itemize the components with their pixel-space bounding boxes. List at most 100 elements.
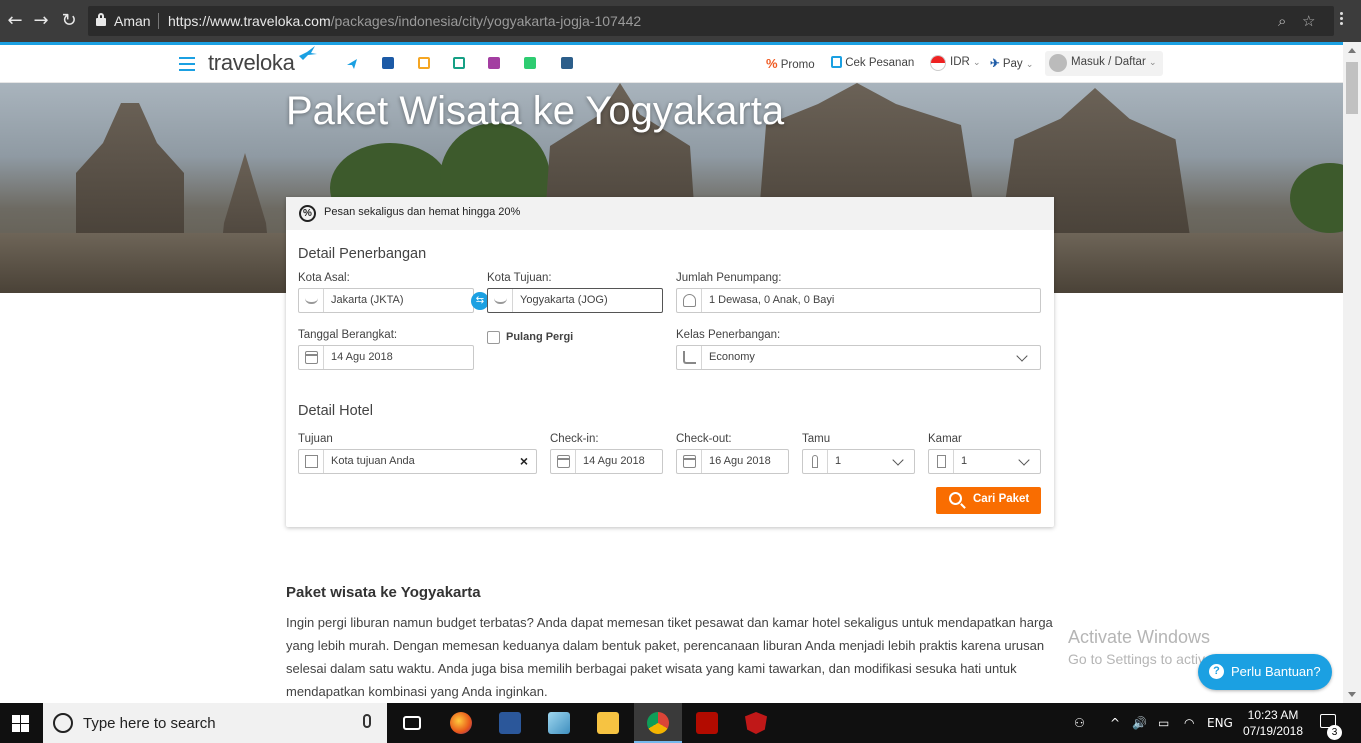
pay-dropdown[interactable]: ✈ Pay ⌄ [990, 56, 1033, 70]
depart-date-label: Tanggal Berangkat: [298, 329, 398, 341]
word-icon[interactable] [486, 703, 534, 743]
star-icon[interactable]: ☆ [1302, 12, 1315, 30]
destination-label: Kota Tujuan: [487, 272, 552, 284]
plane-landing-icon [488, 289, 513, 312]
browser-toolbar: ← → ↻ Aman https://www.traveloka.com/pac… [0, 0, 1361, 42]
checkin-field[interactable]: 14 Agu 2018 [550, 449, 663, 474]
scroll-down-icon[interactable] [1348, 692, 1356, 697]
search-icon [949, 492, 962, 505]
bus-icon[interactable] [453, 57, 465, 69]
cek-pesanan-link[interactable]: Cek Pesanan [831, 56, 914, 69]
people-icon[interactable]: ⚇ [1074, 716, 1085, 730]
acrobat-icon[interactable] [683, 703, 731, 743]
percent-icon: % [766, 56, 778, 71]
rooms-label: Kamar [928, 433, 962, 445]
windows-start-icon[interactable] [12, 715, 29, 732]
microphone-icon[interactable] [363, 714, 371, 728]
package-search-card: % Pesan sekaligus dan hemat hingga 20% D… [286, 197, 1054, 527]
promo-text: Pesan sekaligus dan hemat hingga 20% [324, 206, 521, 218]
hotel-building-icon [299, 450, 324, 473]
chrome-icon[interactable] [634, 703, 682, 743]
search-package-button[interactable]: Cari Paket [936, 487, 1041, 514]
firefox-icon[interactable] [437, 703, 485, 743]
language-indicator[interactable]: ENG [1207, 716, 1233, 730]
file-explorer-icon[interactable] [584, 703, 632, 743]
flight-icon[interactable] [346, 57, 358, 69]
page-title: Paket Wisata ke Yogyakarta [286, 89, 785, 133]
wifi-icon[interactable]: ◠ [1184, 716, 1194, 730]
url-text[interactable]: https://www.traveloka.com/packages/indon… [168, 13, 641, 29]
checkout-field[interactable]: 16 Agu 2018 [676, 449, 789, 474]
scroll-up-icon[interactable] [1348, 48, 1356, 53]
section-heading: Paket wisata ke Yogyakarta [286, 584, 481, 601]
discount-icon: % [299, 205, 316, 222]
hotel-section-title: Detail Hotel [298, 403, 373, 419]
taskbar-search-box[interactable]: Type here to search [43, 703, 387, 743]
task-view-icon[interactable] [388, 703, 436, 743]
roundtrip-checkbox[interactable] [487, 331, 500, 344]
indonesia-flag-icon [930, 55, 946, 71]
destination-field[interactable]: Yogyakarta (JOG) [487, 288, 663, 313]
passengers-field[interactable]: 1 Dewasa, 0 Anak, 0 Bayi [676, 288, 1041, 313]
clock-date: 07/19/2018 [1242, 724, 1304, 738]
seat-icon [677, 346, 702, 369]
currency-dropdown[interactable]: IDR ⌄ [950, 56, 981, 68]
address-bar[interactable]: Aman https://www.traveloka.com/packages/… [88, 6, 1334, 36]
door-icon [929, 450, 954, 473]
person-icon [803, 450, 828, 473]
question-icon: ? [1209, 664, 1224, 679]
bird-logo-icon [299, 46, 317, 60]
login-label[interactable]: Masuk / Daftar ⌄ [1071, 56, 1157, 68]
divider [158, 13, 159, 29]
site-header: traveloka % Promo Cek Pesanan IDR ⌄ ✈ Pa… [0, 45, 1343, 83]
reload-icon[interactable]: ↻ [58, 10, 80, 32]
traveloka-logo[interactable]: traveloka [208, 50, 295, 76]
hotel-destination-input[interactable]: Kota tujuan Anda × [298, 449, 537, 474]
chevron-down-icon [1016, 350, 1028, 362]
windows-taskbar: Type here to search ⚇ ^ 🔊 ▭ ◠ ENG 10:23 … [0, 703, 1361, 743]
mcafee-icon[interactable] [732, 703, 780, 743]
depart-date-field[interactable]: 14 Agu 2018 [298, 345, 474, 370]
tree-image [1290, 163, 1343, 233]
description-paragraph: Ingin pergi liburan namun budget terbata… [286, 615, 1053, 699]
roundtrip-label[interactable]: Pulang Pergi [506, 331, 573, 343]
secure-label: Aman [114, 13, 151, 29]
order-icon [831, 56, 842, 68]
menu-icon[interactable] [1340, 12, 1344, 27]
notification-count-badge: 3 [1327, 725, 1342, 740]
people-icon [677, 289, 702, 312]
url-host: https://www.traveloka.com [168, 13, 331, 29]
guests-select[interactable]: 1 [802, 449, 915, 474]
rooms-select[interactable]: 1 [928, 449, 1041, 474]
clear-icon[interactable]: × [520, 453, 528, 469]
show-hidden-icons-icon[interactable]: ^ [1110, 716, 1120, 730]
calendar-icon [677, 450, 702, 473]
promo-link[interactable]: % Promo [766, 56, 815, 71]
notepad-icon[interactable] [535, 703, 583, 743]
guests-label: Tamu [802, 433, 831, 445]
volume-icon[interactable]: 🔊 [1132, 716, 1147, 730]
class-label: Kelas Penerbangan: [676, 329, 781, 341]
battery-icon[interactable]: ▭ [1158, 716, 1169, 730]
chevron-down-icon [892, 454, 904, 466]
activities-icon[interactable] [488, 57, 500, 69]
zoom-icon[interactable]: ⌕ [1278, 12, 1286, 30]
calendar-icon [299, 346, 324, 369]
scroll-thumb[interactable] [1346, 62, 1358, 114]
insurance-icon[interactable] [561, 57, 573, 69]
connectivity-icon[interactable] [524, 57, 536, 69]
train-icon[interactable] [418, 57, 430, 69]
origin-field[interactable]: Jakarta (JKTA) [298, 288, 474, 313]
forward-icon[interactable]: → [30, 10, 52, 32]
system-clock[interactable]: 10:23 AM 07/19/2018 [1238, 707, 1308, 739]
help-chat-button[interactable]: ? Perlu Bantuan? [1198, 654, 1332, 690]
page-scrollbar[interactable] [1343, 42, 1361, 703]
class-select[interactable]: Economy [676, 345, 1041, 370]
back-icon[interactable]: ← [4, 10, 26, 32]
chevron-down-icon [1018, 454, 1030, 466]
hamburger-menu-icon[interactable] [179, 57, 195, 75]
lock-icon [96, 13, 106, 26]
hotel-icon[interactable] [382, 57, 394, 69]
plane-takeoff-icon [299, 289, 324, 312]
activation-watermark-title: Activate Windows [1068, 627, 1211, 647]
